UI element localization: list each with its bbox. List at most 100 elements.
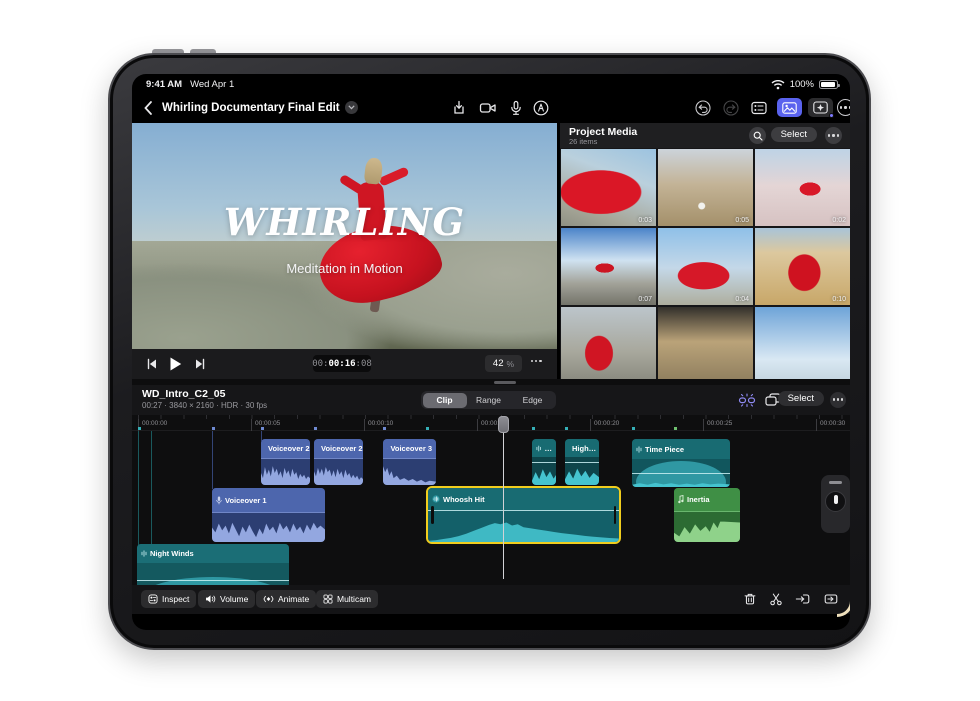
timeline-clip-nightwinds[interactable]: Night Winds <box>137 544 289 585</box>
video-viewer[interactable]: WHIRLING Meditation in Motion <box>132 123 557 349</box>
redo-icon[interactable] <box>722 99 740 117</box>
segment-clip[interactable]: Clip <box>423 393 467 408</box>
zoom-level-display[interactable]: 42% <box>485 355 522 372</box>
playhead-line[interactable] <box>503 417 504 579</box>
clip-connection-marker <box>426 427 429 430</box>
timeline-clip-high[interactable]: High… <box>565 439 599 485</box>
connection-line <box>212 431 213 489</box>
audio-waveform <box>383 461 436 485</box>
speaker-icon <box>205 594 216 604</box>
notification-dot <box>829 113 834 118</box>
viewer-frame-image: WHIRLING Meditation in Motion <box>132 123 557 349</box>
jog-wheel[interactable] <box>821 475 850 533</box>
blade-scissors-icon[interactable] <box>768 591 784 607</box>
waveform-icon <box>536 445 542 452</box>
media-thumbnail[interactable] <box>561 307 656 379</box>
more-button[interactable] <box>837 99 850 116</box>
browser-panel-icon[interactable] <box>750 99 768 117</box>
insert-clip-icon[interactable] <box>795 591 811 607</box>
camera-icon[interactable] <box>479 99 497 117</box>
timeline-clip-timepiece[interactable]: Time Piece <box>632 439 730 487</box>
clip-connection-marker <box>565 427 568 430</box>
trash-icon[interactable] <box>742 591 758 607</box>
resize-handle[interactable] <box>494 381 516 384</box>
clip-connection-marker <box>212 427 215 430</box>
media-thumbnail[interactable]: 0:03 <box>561 149 656 226</box>
magnetic-timeline-icon[interactable] <box>738 391 756 409</box>
timeline-clip-whoosh-hit-selected[interactable]: Whoosh Hit <box>426 486 621 544</box>
ellipsis-icon <box>830 392 846 408</box>
timeline-clip-voiceover2[interactable]: Voiceover 2 <box>314 439 363 485</box>
chevron-down-icon[interactable] <box>345 101 358 114</box>
project-title[interactable]: Whirling Documentary Final Edit <box>162 101 358 114</box>
music-note-icon <box>678 495 684 504</box>
search-button[interactable] <box>749 127 766 144</box>
pencil-tool-icon[interactable] <box>532 99 550 117</box>
edit-mode-segmented-control: Clip Range Edge <box>421 391 556 409</box>
transport-more-button[interactable] <box>531 360 542 362</box>
timeline-select-button[interactable]: Select <box>778 391 824 406</box>
wifi-icon <box>771 79 785 90</box>
back-chevron-icon[interactable] <box>140 99 158 117</box>
project-media-panel: Project Media 26 items Select 0:03 <box>560 123 850 379</box>
audio-waveform <box>314 461 363 485</box>
trim-handle-right[interactable] <box>614 506 617 524</box>
import-media-icon[interactable] <box>450 99 468 117</box>
bottom-toolbar: Inspect Volume Animate <box>132 585 850 614</box>
search-icon <box>753 131 763 141</box>
media-more-button[interactable] <box>825 127 842 144</box>
media-thumbnail[interactable]: 0:05 <box>658 149 753 226</box>
transport-bar: 00:00:16:08 42% <box>132 349 557 379</box>
microphone-icon[interactable] <box>507 99 525 117</box>
trim-handle-left[interactable] <box>431 506 434 524</box>
volume-button[interactable]: Volume <box>198 590 255 608</box>
waveform-icon <box>432 495 440 503</box>
skip-to-end-icon[interactable] <box>192 356 208 372</box>
timeline-clip-name: WD_Intro_C2_05 <box>142 388 225 400</box>
media-thumbnail[interactable]: 0:10 <box>755 228 850 305</box>
media-thumbnail[interactable]: 0:07 <box>561 228 656 305</box>
ellipsis-icon <box>825 127 842 144</box>
media-thumbnail[interactable] <box>755 307 850 379</box>
media-thumbnail[interactable] <box>658 307 753 379</box>
timeline-clip-voiceover3[interactable]: Voiceover 3 <box>383 439 436 485</box>
media-thumbnail[interactable]: 0:04 <box>658 228 753 305</box>
media-thumbnail[interactable]: 0:02 <box>755 149 850 226</box>
timeline-ruler[interactable]: 00:00:00 00:00:05 00:00:10 00:00:15 00:0… <box>132 415 850 431</box>
date: Wed Apr 1 <box>190 79 234 90</box>
media-grid: 0:03 0:05 0:02 0:07 0:04 0:10 <box>561 149 849 379</box>
timeline-clip-voiceover1[interactable]: Voiceover 1 <box>212 488 325 542</box>
skip-to-start-icon[interactable] <box>144 356 160 372</box>
animate-button[interactable]: Animate <box>256 590 316 608</box>
segment-range[interactable]: Range <box>467 393 511 408</box>
audio-waveform <box>532 465 556 485</box>
page: 9:41 AM Wed Apr 1 100% <box>0 0 980 701</box>
waveform-icon <box>141 550 147 557</box>
playhead-handle[interactable] <box>498 416 509 433</box>
play-button[interactable] <box>166 355 184 373</box>
status-bar: 9:41 AM Wed Apr 1 100% <box>132 74 850 94</box>
timeline-more-button[interactable] <box>830 392 846 408</box>
effects-button[interactable] <box>808 98 833 117</box>
media-item-count: 26 items <box>569 137 597 146</box>
undo-icon[interactable] <box>694 99 712 117</box>
media-library-button-active[interactable] <box>777 98 802 117</box>
viewer-subtitle-text: Meditation in Motion <box>132 261 557 276</box>
clip-connection-marker <box>674 427 677 430</box>
multicam-grid-icon <box>323 594 333 604</box>
clip-connection-marker <box>314 427 317 430</box>
segment-edge[interactable]: Edge <box>511 393 555 408</box>
timeline[interactable]: 00:00:00 00:00:05 00:00:10 00:00:15 00:0… <box>132 415 850 585</box>
top-toolbar: Whirling Documentary Final Edit <box>132 94 850 123</box>
mic-icon <box>216 496 222 505</box>
multicam-button[interactable]: Multicam <box>316 590 378 608</box>
timeline-clip-truncated[interactable]: … <box>532 439 556 485</box>
inspect-button[interactable]: Inspect <box>141 590 196 608</box>
timecode-display[interactable]: 00:00:16:08 <box>313 355 371 372</box>
media-select-button[interactable]: Select <box>771 127 817 142</box>
clip-connection-marker <box>261 427 264 430</box>
timeline-clip-inertia[interactable]: Inertia <box>674 488 740 542</box>
timeline-clip-voiceover2[interactable]: Voiceover 2 <box>261 439 310 485</box>
connection-line <box>138 431 139 546</box>
clip-connection-marker <box>138 427 141 430</box>
